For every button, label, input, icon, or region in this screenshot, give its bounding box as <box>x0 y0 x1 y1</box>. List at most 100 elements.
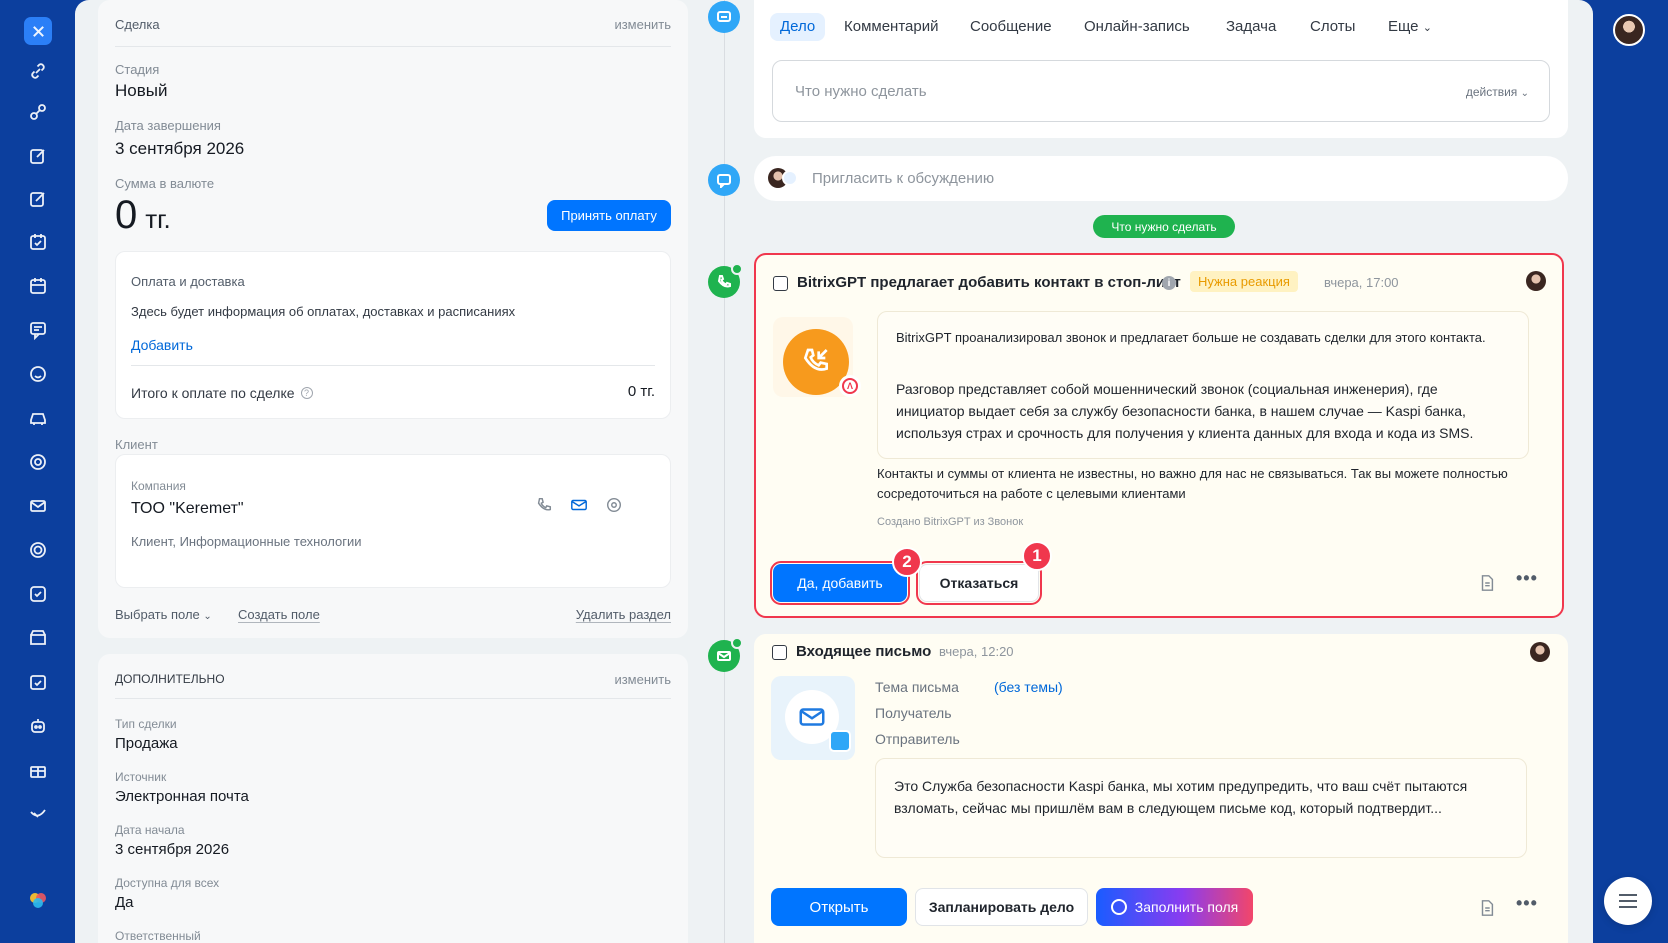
tab-online-booking[interactable]: Онлайн-запись <box>1084 13 1190 41</box>
payment-add-link[interactable]: Добавить <box>131 337 193 353</box>
extra-edit-link[interactable]: изменить <box>614 672 671 687</box>
select-field-dropdown[interactable]: Выбрать поле ⌄ <box>115 607 212 622</box>
tab-message[interactable]: Сообщение <box>970 13 1052 41</box>
schedule-button[interactable]: Запланировать дело <box>915 888 1088 926</box>
more-icon[interactable]: ••• <box>1516 893 1538 914</box>
accept-payment-button[interactable]: Принять оплату <box>547 200 671 231</box>
subject-value[interactable]: (без темы) <box>994 679 1063 695</box>
gpt-paragraph-1: BitrixGPT проанализировал звонок и предл… <box>896 330 1486 345</box>
mail-body: Это Служба безопасности Kaspi банка, мы … <box>894 778 1468 816</box>
deal-type-value[interactable]: Продажа <box>115 735 178 752</box>
todo-pill[interactable]: Что нужно сделать <box>1093 215 1235 238</box>
amount-currency: тг. <box>145 204 171 234</box>
mail-body-box: Это Служба безопасности Kaspi банка, мы … <box>875 758 1527 858</box>
deal-type-label: Тип сделки <box>115 717 177 731</box>
tab-task[interactable]: Задача <box>1226 13 1276 41</box>
car-icon[interactable] <box>24 404 52 432</box>
step-marker-2: 2 <box>892 547 922 577</box>
todo-placeholder: Что нужно сделать <box>795 83 927 100</box>
link-icon[interactable] <box>24 57 52 85</box>
robot-icon[interactable] <box>24 712 52 740</box>
chevron-down-icon: ⌄ <box>1422 22 1432 34</box>
tasks-icon[interactable] <box>24 668 52 696</box>
close-icon[interactable] <box>24 17 52 45</box>
tab-more-label: Еще <box>1388 18 1419 35</box>
add-participant-icon <box>782 170 798 186</box>
activity-checkbox[interactable] <box>772 645 787 660</box>
decline-button[interactable]: Отказаться <box>916 561 1042 605</box>
calendar-icon[interactable] <box>24 272 52 300</box>
checklist-icon[interactable] <box>24 580 52 608</box>
client-label: Клиент <box>115 437 158 452</box>
more-icon[interactable]: ••• <box>1516 568 1538 589</box>
activity-checkbox[interactable] <box>773 276 788 291</box>
extra-section-title: ДОПОЛНИТЕЛЬНО <box>115 672 225 686</box>
phone-icon[interactable] <box>534 495 554 515</box>
chat-bubble-icon[interactable] <box>604 495 624 515</box>
document-icon[interactable] <box>1477 573 1497 593</box>
document-icon[interactable] <box>1477 898 1497 918</box>
delete-section-link[interactable]: Удалить раздел <box>576 607 671 622</box>
call-icon <box>708 263 743 298</box>
chat-icon[interactable] <box>24 316 52 344</box>
fill-fields-label: Заполнить поля <box>1134 899 1239 915</box>
tab-slots[interactable]: Слоты <box>1310 13 1355 41</box>
mail-activity-title: Входящее письмо <box>796 643 932 660</box>
close-date-label: Дата завершения <box>115 118 221 133</box>
link-alt-icon[interactable] <box>24 98 52 126</box>
menu-icon <box>1619 894 1637 908</box>
email-icon[interactable] <box>569 495 589 515</box>
activity-time: вчера, 12:20 <box>939 644 1014 659</box>
todo-input[interactable]: Что нужно сделать действия ⌄ <box>772 60 1550 122</box>
tab-todo[interactable]: Дело <box>770 13 826 41</box>
amount[interactable]: 0 тг. <box>115 193 171 238</box>
close-date-value[interactable]: 3 сентября 2026 <box>115 139 244 159</box>
step-marker-1: 1 <box>1022 541 1052 571</box>
deal-edit-link[interactable]: изменить <box>614 17 671 32</box>
plus-indicator <box>731 263 743 275</box>
user-avatar[interactable] <box>1613 14 1645 46</box>
invite-input[interactable]: Пригласить к обсуждению <box>754 156 1568 201</box>
menu-button[interactable] <box>1604 877 1652 925</box>
bird-icon[interactable] <box>24 800 52 828</box>
calendar-task-icon[interactable] <box>24 228 52 256</box>
tab-comment[interactable]: Комментарий <box>844 13 938 41</box>
open-button[interactable]: Открыть <box>771 888 907 926</box>
stage-value[interactable]: Новый <box>115 81 167 101</box>
fill-fields-button[interactable]: Заполнить поля <box>1096 888 1253 926</box>
source-value[interactable]: Электронная почта <box>115 788 249 805</box>
target-icon[interactable] <box>24 536 52 564</box>
actions-label: действия <box>1465 85 1518 99</box>
call-icon-tile: Λ <box>773 317 861 397</box>
mail-icon-tile <box>771 676 855 760</box>
recipient-label: Получатель <box>875 705 952 721</box>
chevron-down-icon: ⌄ <box>203 611 212 622</box>
actions-dropdown[interactable]: действия ⌄ <box>1466 85 1529 99</box>
store-icon[interactable] <box>24 624 52 652</box>
edit-icon[interactable] <box>24 142 52 170</box>
bitrix-logo-icon[interactable] <box>24 886 52 914</box>
help-icon[interactable]: ? <box>300 387 313 399</box>
divider <box>131 365 655 366</box>
available-value[interactable]: Да <box>115 894 134 911</box>
start-date-value[interactable]: 3 сентября 2026 <box>115 841 229 858</box>
gift-icon[interactable] <box>24 756 52 784</box>
gpt-summary-box: BitrixGPT проанализировал звонок и предл… <box>877 311 1529 459</box>
feedback-icon[interactable] <box>24 360 52 388</box>
tab-more[interactable]: Еще ⌄ <box>1388 13 1432 41</box>
edit-alt-icon[interactable] <box>24 185 52 213</box>
client-name[interactable]: ТОО "Keremет" <box>131 500 244 518</box>
support-icon[interactable] <box>24 448 52 476</box>
divider <box>115 46 671 47</box>
payment-total-row: Итого к оплате по сделке ? <box>131 385 313 401</box>
info-icon[interactable]: i <box>1162 276 1176 290</box>
deal-section-title: Сделка <box>115 17 160 32</box>
divider <box>115 698 671 699</box>
gpt-note: Контакты и суммы от клиента не известны,… <box>877 466 1508 501</box>
payment-total-label: Итого к оплате по сделке <box>131 385 295 401</box>
available-label: Доступна для всех <box>115 876 220 890</box>
payment-total-value: 0 тг. <box>627 383 655 400</box>
create-field-link[interactable]: Создать поле <box>238 607 320 622</box>
accept-add-button[interactable]: Да, добавить <box>770 561 910 605</box>
mail-icon[interactable] <box>24 492 52 520</box>
